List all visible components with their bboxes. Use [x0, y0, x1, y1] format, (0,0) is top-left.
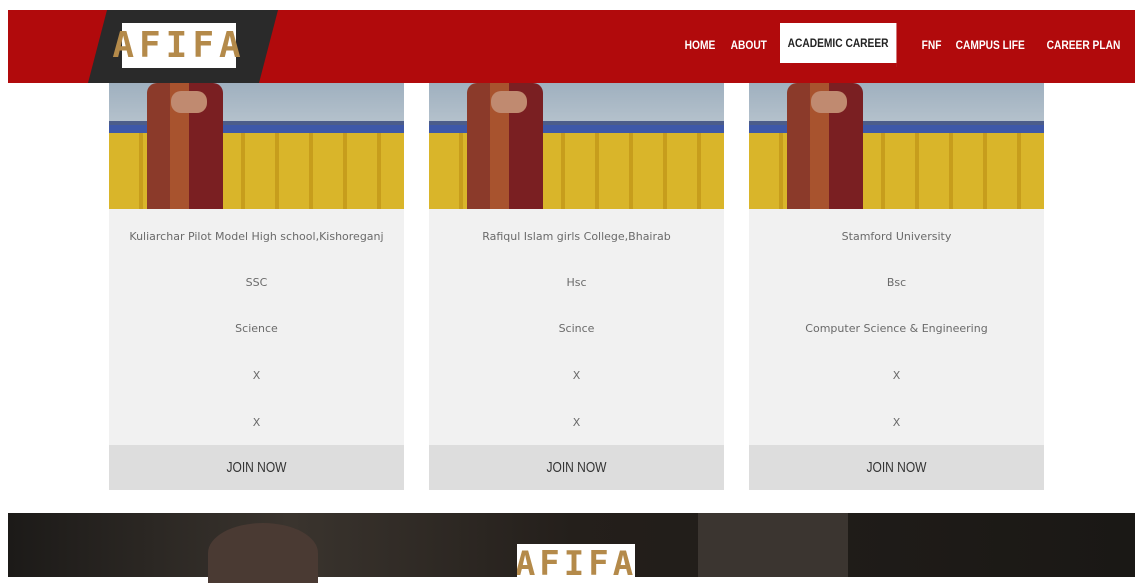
education-card-3: Stamford University Bsc Computer Science… — [749, 83, 1044, 490]
card-degree: Hsc — [566, 276, 587, 289]
card-field-5: X — [252, 416, 261, 429]
join-now-button[interactable]: JOIN NOW — [109, 445, 404, 490]
card-institution: Rafiqul Islam girls College,Bhairab — [482, 230, 671, 243]
footer-logo-text: AFIFA — [517, 544, 635, 577]
nav-about[interactable]: ABOUT — [723, 23, 775, 67]
card-field-5: X — [892, 416, 901, 429]
card-photo — [429, 83, 724, 209]
nav-home[interactable]: HOME — [677, 23, 723, 67]
card-photo — [749, 83, 1044, 209]
site-logo[interactable]: AFIFA — [112, 23, 241, 68]
join-now-button[interactable]: JOIN NOW — [749, 445, 1044, 490]
card-institution: Stamford University — [841, 230, 952, 243]
footer-logo[interactable]: AFIFA — [517, 544, 635, 577]
card-degree: SSC — [245, 276, 268, 289]
card-group: Science — [235, 322, 278, 335]
join-now-button[interactable]: JOIN NOW — [429, 445, 724, 490]
card-institution: Kuliarchar Pilot Model High school,Kisho… — [129, 230, 384, 243]
card-field-4: X — [572, 369, 581, 382]
nav-fnf[interactable]: FNF — [914, 23, 949, 67]
card-degree: Bsc — [886, 276, 907, 289]
education-card-2: Rafiqul Islam girls College,Bhairab Hsc … — [429, 83, 724, 490]
nav-campus-life[interactable]: CAMPUS LIFE — [948, 23, 1032, 67]
education-card-1: Kuliarchar Pilot Model High school,Kisho… — [109, 83, 404, 490]
card-group: Computer Science & Engineering — [805, 322, 988, 335]
card-field-5: X — [572, 416, 581, 429]
card-field-4: X — [892, 369, 901, 382]
main-nav: HOME ABOUT ACADEMIC CAREER FNF CAMPUS LI… — [677, 23, 1135, 67]
card-group: Scince — [558, 322, 595, 335]
card-field-4: X — [252, 369, 261, 382]
logo-text: AFIFA — [112, 25, 246, 66]
nav-career-plan[interactable]: CAREER PLAN — [1039, 23, 1128, 67]
nav-academic-career[interactable]: ACADEMIC CAREER — [779, 23, 896, 67]
card-photo — [109, 83, 404, 209]
